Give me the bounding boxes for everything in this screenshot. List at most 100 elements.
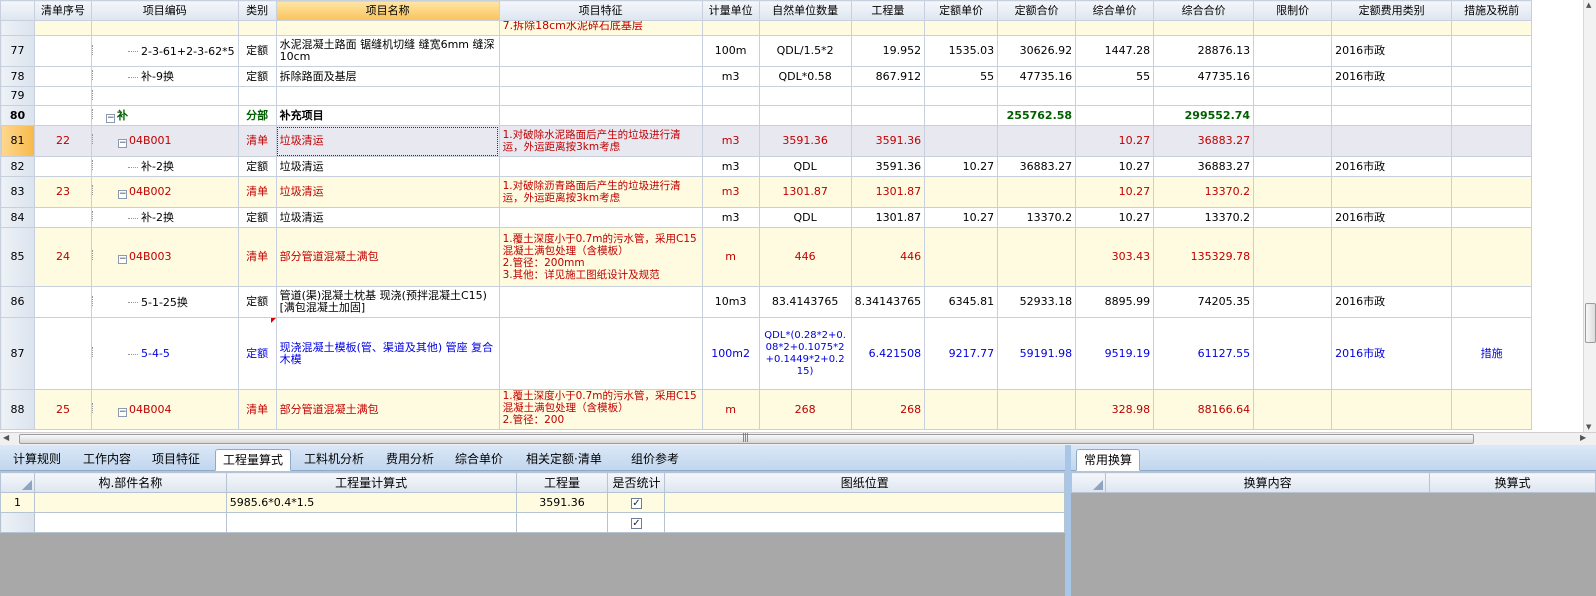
counted-checkbox[interactable]: ✓ <box>630 518 642 529</box>
type-cell[interactable]: 定额 <box>237 66 277 87</box>
comp-price-cell[interactable]: 10.27 <box>1075 125 1155 157</box>
table-row[interactable]: 1 5985.6*0.4*1.5 3591.36 ✓ <box>0 492 1065 513</box>
code-cell[interactable]: 补-9换 <box>91 66 239 87</box>
feature-cell[interactable]: 7.拆除18cm水泥碎石底基层 <box>498 20 703 36</box>
fee-cell[interactable]: 2016市政 <box>1331 156 1453 177</box>
quota-price-cell[interactable] <box>924 389 999 430</box>
qty-cell[interactable]: 1301.87 <box>850 176 926 208</box>
type-cell[interactable]: 分部 <box>237 105 277 126</box>
row-number[interactable] <box>0 512 35 533</box>
hscroll-thumb[interactable]: ||| <box>19 433 1474 444</box>
scroll-right-icon[interactable]: ▶ <box>1580 433 1586 442</box>
scroll-left-icon[interactable]: ◀ <box>3 433 9 442</box>
collapse-icon[interactable]: − <box>118 139 127 148</box>
fee-cell[interactable] <box>1331 227 1453 287</box>
quota-total-cell[interactable] <box>997 227 1077 287</box>
limit-cell[interactable] <box>1253 317 1333 390</box>
fee-cell[interactable] <box>1331 176 1453 208</box>
qty-cell[interactable]: 3591.36 <box>850 125 926 157</box>
name-cell[interactable] <box>275 86 500 106</box>
row-number[interactable]: 80 <box>0 105 35 126</box>
quota-price-cell[interactable] <box>924 176 999 208</box>
comp-total-cell[interactable]: 28876.13 <box>1153 35 1255 67</box>
tab-5[interactable]: 工料机分析 <box>297 449 371 471</box>
natural-cell[interactable] <box>758 105 852 126</box>
drawing-pos-cell[interactable] <box>664 492 1065 513</box>
unit-cell[interactable]: m <box>701 227 760 287</box>
col-header-natural[interactable]: 自然单位数量 <box>758 0 852 21</box>
name-cell[interactable]: 垃圾清运 <box>275 176 500 208</box>
col-header-comp-total[interactable]: 综合合价 <box>1153 0 1255 21</box>
natural-cell[interactable]: 83.4143765 <box>758 286 852 318</box>
name-cell[interactable]: 垃圾清运 <box>275 125 500 157</box>
unit-cell[interactable]: m <box>701 389 760 430</box>
collapse-icon[interactable]: − <box>106 113 115 123</box>
fee-cell[interactable] <box>1331 86 1453 106</box>
unit-cell[interactable]: m3 <box>701 156 760 177</box>
col-header-qty[interactable]: 工程量 <box>850 0 926 21</box>
name-cell[interactable]: 垃圾清运 <box>275 207 500 228</box>
feature-cell[interactable] <box>498 35 703 67</box>
col-header-comp-price[interactable]: 综合单价 <box>1075 0 1155 21</box>
unit-cell[interactable]: m3 <box>701 176 760 208</box>
limit-cell[interactable] <box>1253 125 1333 157</box>
name-cell[interactable]: 部分管道混凝土满包 <box>275 389 500 430</box>
unit-cell[interactable]: 10m3 <box>701 286 760 318</box>
quota-total-cell[interactable]: 52933.18 <box>997 286 1077 318</box>
comp-total-cell[interactable] <box>1153 86 1255 106</box>
limit-cell[interactable] <box>1253 66 1333 87</box>
tab-9[interactable]: 组价参考 <box>624 449 686 471</box>
col-header-formula[interactable]: 工程量计算式 <box>225 472 517 493</box>
quota-price-cell[interactable] <box>924 20 999 36</box>
fee-cell[interactable]: 2016市政 <box>1331 207 1453 228</box>
type-cell[interactable]: 清单 <box>237 227 277 287</box>
quota-total-cell[interactable] <box>997 176 1077 208</box>
comp-price-cell[interactable]: 10.27 <box>1075 156 1155 177</box>
qty-cell[interactable] <box>850 86 926 106</box>
unit-cell[interactable]: m3 <box>701 207 760 228</box>
natural-cell[interactable]: QDL <box>758 207 852 228</box>
table-row[interactable]: 82 补-2换 定额 垃圾清运 m3 QDL 3591.36 10.27 36883.27 10.… <box>0 156 1533 177</box>
table-row[interactable]: 78 补-9换 定额 拆除路面及基层 m3 QDL*0.58 867.912 55 47735.… <box>0 66 1533 87</box>
unit-cell[interactable]: 100m <box>701 35 760 67</box>
col-header-part-name[interactable]: 构.部件名称 <box>33 472 227 493</box>
feature-cell[interactable] <box>498 207 703 228</box>
type-cell[interactable]: 清单 <box>237 125 277 157</box>
quota-total-cell[interactable]: 36883.27 <box>997 156 1077 177</box>
tab-3[interactable]: 项目特征 <box>145 449 207 471</box>
scroll-down-icon[interactable]: ▼ <box>1586 423 1591 431</box>
quota-price-cell[interactable]: 6345.81 <box>924 286 999 318</box>
row-number[interactable]: 84 <box>0 207 35 228</box>
comp-total-cell[interactable]: 36883.27 <box>1153 156 1255 177</box>
fee-cell[interactable] <box>1331 105 1453 126</box>
row-number[interactable]: 78 <box>0 66 35 87</box>
scroll-up-icon[interactable]: ▲ <box>1586 1 1591 9</box>
col-header-calc-qty[interactable]: 工程量 <box>515 472 609 493</box>
feature-cell[interactable] <box>498 66 703 87</box>
quota-price-cell[interactable]: 1535.03 <box>924 35 999 67</box>
limit-cell[interactable] <box>1253 105 1333 126</box>
type-cell[interactable]: 定额 <box>237 286 277 318</box>
quota-total-cell[interactable] <box>997 20 1077 36</box>
col-header-counted[interactable]: 是否统计 <box>607 472 666 493</box>
tab-8[interactable]: 相关定额·清单 <box>519 449 609 471</box>
quota-price-cell[interactable]: 10.27 <box>924 207 999 228</box>
col-header-code[interactable]: 项目编码 <box>91 0 239 21</box>
table-row[interactable]: 77 2-3-61+2-3-62*5 定额 水泥混凝土路面 锯缝机切缝 缝宽6mm 缝… <box>0 35 1533 67</box>
limit-cell[interactable] <box>1253 156 1333 177</box>
feature-cell[interactable] <box>498 86 703 106</box>
table-row[interactable]: 85 24−04B003 清单 部分管道混凝土满包 1.覆土深度小于0.7m的污水管，采… <box>0 227 1533 287</box>
table-row[interactable]: ✓ <box>0 512 1065 533</box>
limit-cell[interactable] <box>1253 35 1333 67</box>
limit-cell[interactable] <box>1253 176 1333 208</box>
qty-cell[interactable]: 3591.36 <box>850 156 926 177</box>
quota-price-cell[interactable] <box>924 105 999 126</box>
comp-total-cell[interactable]: 13370.2 <box>1153 207 1255 228</box>
tab-6[interactable]: 费用分析 <box>379 449 441 471</box>
natural-cell[interactable]: QDL <box>758 156 852 177</box>
row-number[interactable] <box>0 20 35 36</box>
part-name-cell[interactable] <box>33 512 227 533</box>
measure-cell[interactable] <box>1451 176 1533 208</box>
quota-price-cell[interactable] <box>924 86 999 106</box>
quota-price-cell[interactable] <box>924 125 999 157</box>
